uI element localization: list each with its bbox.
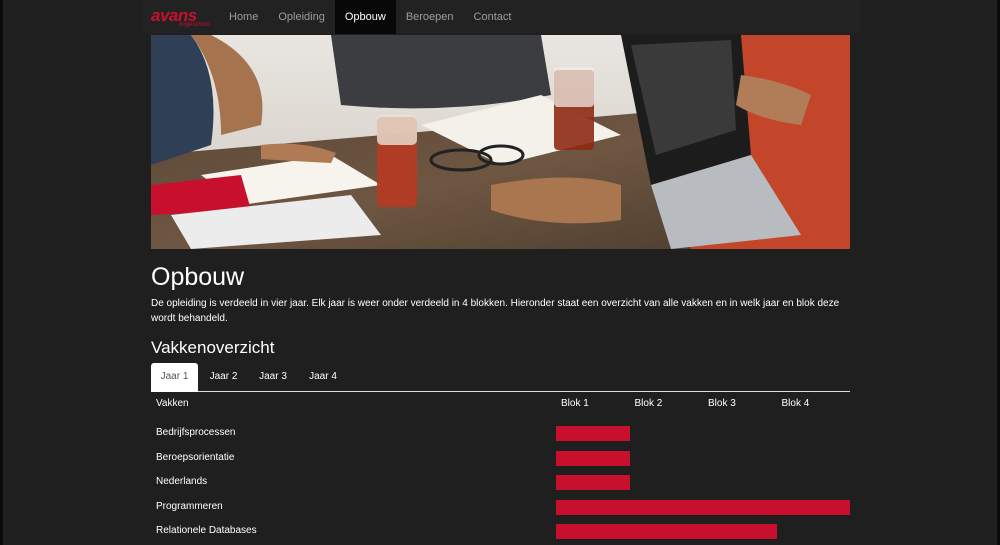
tab-jaar-2[interactable]: Jaar 2: [200, 363, 247, 391]
intro-text: De opleiding is verdeeld in vier jaar. E…: [151, 298, 840, 324]
page-title: Opbouw: [151, 263, 245, 291]
hero-photo-illustration: [151, 35, 850, 249]
column-header-blok-2: Blok 2: [634, 398, 663, 409]
brand-tagline: hogeschool: [179, 22, 210, 28]
column-header-blok-4: Blok 4: [781, 398, 810, 409]
course-schedule-bar: [556, 524, 777, 540]
course-schedule-bar: [556, 426, 630, 441]
hero-image: [151, 35, 850, 249]
nav-item-contact[interactable]: Contact: [464, 0, 522, 34]
brand-logo[interactable]: avans hogeschool: [151, 7, 221, 29]
nav-item-opleiding[interactable]: Opleiding: [268, 0, 334, 34]
course-schedule-bar: [556, 499, 850, 515]
page-edge-left: [0, 0, 3, 545]
course-label: Nederlands: [156, 476, 208, 488]
year-tabs: Jaar 1 Jaar 2 Jaar 3 Jaar 4: [151, 363, 850, 392]
nav-menu: Home Opleiding Opbouw Beroepen Contact: [219, 0, 521, 34]
section-title: Vakkenoverzicht: [151, 338, 275, 357]
course-label: Relationele Databases: [156, 525, 257, 537]
column-header-blok-1: Blok 1: [561, 398, 589, 409]
course-label: Bedrijfsprocessen: [156, 427, 236, 438]
tab-jaar-3[interactable]: Jaar 3: [249, 363, 297, 391]
tab-jaar-4[interactable]: Jaar 4: [299, 363, 347, 391]
column-header-subjects: Vakken: [156, 398, 189, 409]
course-label: Programmeren: [156, 500, 223, 512]
course-label: Beroepsorientatie: [156, 451, 235, 463]
column-header-blok-3: Blok 3: [708, 398, 736, 409]
nav-item-home[interactable]: Home: [219, 0, 268, 34]
nav-item-opbouw[interactable]: Opbouw: [334, 0, 396, 34]
nav-item-beroepen[interactable]: Beroepen: [396, 0, 464, 34]
navbar: avans hogeschool Home Opleiding Opbouw Bero…: [141, 0, 860, 34]
course-schedule-bar: [556, 475, 630, 491]
tab-jaar-1[interactable]: Jaar 1: [151, 363, 198, 392]
course-schedule-table: Vakken Blok 1 Blok 2 Blok 3 Blok 4 Bedrijfsp…: [151, 392, 850, 545]
course-schedule-bar: [556, 450, 630, 466]
